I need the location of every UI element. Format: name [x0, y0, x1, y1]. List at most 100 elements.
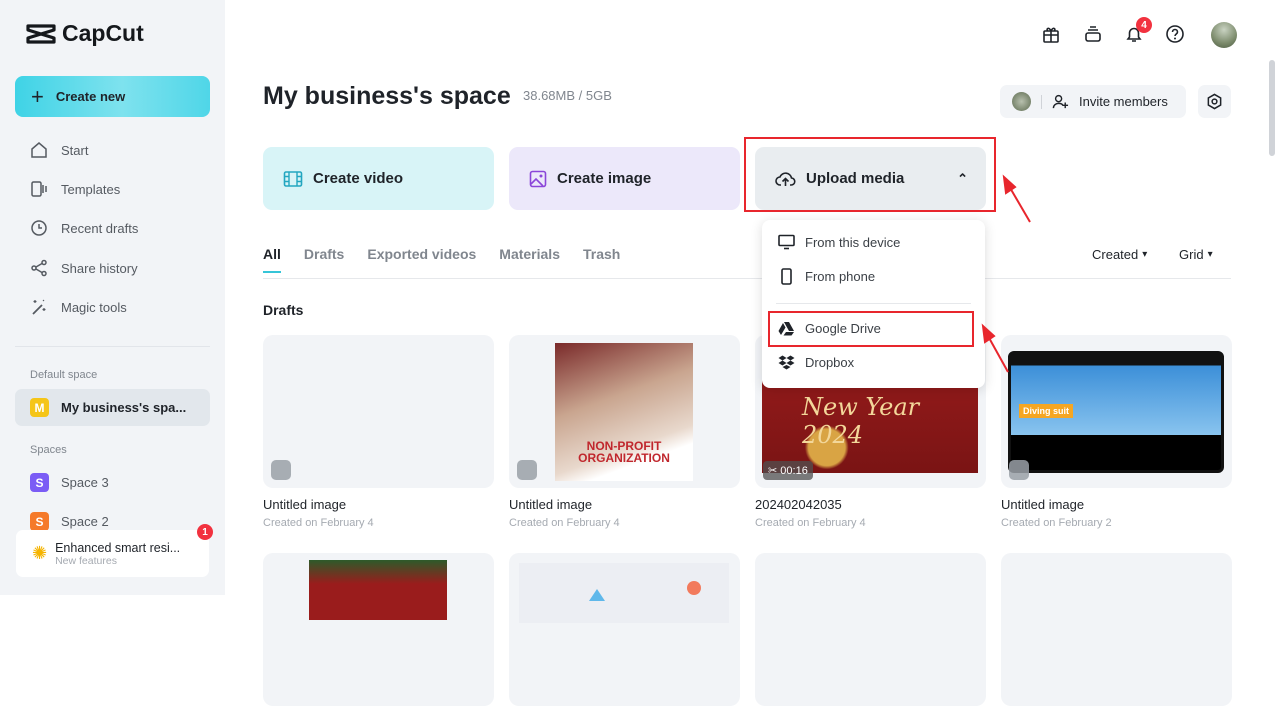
image-type-icon	[517, 460, 537, 480]
space-name: Space 3	[61, 475, 109, 490]
gift-icon[interactable]	[1039, 22, 1063, 46]
image-type-icon	[271, 460, 291, 480]
sort-dropdown[interactable]: Created ▾	[1092, 247, 1147, 262]
bell-icon[interactable]: 4	[1122, 17, 1152, 46]
brand-name: CapCut	[62, 20, 144, 46]
content-tabs: All Drafts Exported videos Materials Tra…	[263, 246, 643, 273]
draft-thumbnail[interactable]: NON-PROFIT ORGANIZATION	[509, 335, 740, 488]
thumbnail-image: NON-PROFIT ORGANIZATION	[555, 343, 693, 481]
section-heading: Drafts	[263, 302, 304, 318]
thumbnail-text: NON-PROFIT ORGANIZATION	[578, 438, 670, 466]
subscription-icon[interactable]	[1081, 22, 1105, 46]
capcut-logo[interactable]: CapCut	[26, 20, 144, 47]
user-avatar[interactable]	[1211, 22, 1237, 48]
draft-thumbnail[interactable]	[755, 553, 986, 706]
image-icon	[529, 170, 547, 187]
chevron-down-icon: ▾	[1207, 249, 1213, 260]
draft-title[interactable]: Untitled image	[1001, 497, 1084, 512]
draft-title[interactable]: Untitled image	[509, 497, 592, 512]
space-name: Space 2	[61, 514, 109, 529]
menu-item-dropbox[interactable]: Dropbox	[778, 355, 854, 370]
draft-thumbnail[interactable]: Diving suit	[1001, 335, 1232, 488]
sidebar-item-start[interactable]: Start	[30, 141, 88, 159]
sidebar-item-label: Recent drafts	[61, 220, 139, 236]
tab-drafts[interactable]: Drafts	[304, 246, 344, 273]
chevron-down-icon: ▾	[1142, 249, 1148, 260]
tab-materials[interactable]: Materials	[499, 246, 560, 273]
settings-button[interactable]	[1198, 85, 1231, 118]
tab-all[interactable]: All	[263, 246, 281, 273]
monitor-icon	[778, 234, 795, 250]
space-avatar: S	[30, 512, 49, 531]
highlight-box	[768, 311, 974, 347]
draft-thumbnail[interactable]	[263, 553, 494, 706]
highlight-box	[744, 137, 996, 212]
storage-usage: 38.68MB / 5GB	[523, 88, 612, 103]
sidebar-item-share-history[interactable]: Share history	[30, 259, 138, 277]
space-avatar: S	[30, 473, 49, 492]
menu-item-from-this-device[interactable]: From this device	[778, 234, 900, 250]
upload-media-menu: From this device From phone Google Drive…	[762, 220, 985, 388]
space-avatar: M	[30, 398, 49, 417]
invite-label: Invite members	[1079, 94, 1168, 109]
tab-trash[interactable]: Trash	[583, 246, 620, 273]
tab-exported-videos[interactable]: Exported videos	[367, 246, 476, 273]
capcut-logo-icon	[26, 23, 56, 44]
phone-icon	[781, 268, 792, 285]
draft-thumbnail[interactable]	[1001, 553, 1232, 706]
divider	[15, 346, 210, 347]
draft-thumbnail[interactable]	[263, 335, 494, 488]
sidebar-item-label: Templates	[61, 181, 121, 197]
arrow-line	[1008, 185, 1031, 223]
thumbnail-text: Diving suit	[1019, 404, 1074, 418]
thumbnail-image	[519, 563, 729, 623]
draft-title[interactable]: 202402042035	[755, 497, 842, 512]
scrollbar[interactable]	[1269, 60, 1275, 156]
notification-badge: 4	[1136, 17, 1152, 33]
space-my-business[interactable]: M My business's spa...	[15, 389, 210, 426]
create-new-button[interactable]: + Create new	[15, 76, 210, 117]
view-dropdown[interactable]: Grid ▾	[1179, 247, 1213, 262]
space-3[interactable]: S Space 3	[15, 464, 210, 501]
draft-title[interactable]: Untitled image	[263, 497, 346, 512]
member-avatar	[1012, 92, 1031, 111]
card-label: Create image	[557, 170, 652, 187]
sidebar: CapCut + Create new Start Templates Rece…	[0, 0, 225, 595]
default-space-heading: Default space	[30, 369, 98, 381]
thumbnail-image: Diving suit	[1008, 351, 1224, 473]
divider	[1041, 94, 1042, 109]
spaces-heading: Spaces	[30, 444, 67, 456]
lightbulb-icon: ✺	[32, 543, 48, 563]
menu-item-label: From this device	[805, 234, 901, 250]
home-icon	[31, 142, 47, 158]
help-icon[interactable]	[1163, 22, 1187, 46]
menu-item-from-phone[interactable]: From phone	[778, 268, 875, 285]
invite-members-button[interactable]: Invite members	[1000, 85, 1186, 118]
space-name: My business's spa...	[61, 400, 187, 415]
gear-icon	[1207, 93, 1222, 110]
duration-badge: ✂ 00:16	[763, 461, 813, 480]
dropbox-icon	[778, 355, 795, 370]
draft-date: Created on February 4	[755, 517, 866, 529]
image-type-icon	[1009, 460, 1029, 480]
tabs-divider	[263, 278, 1231, 279]
sidebar-item-recent-drafts[interactable]: Recent drafts	[30, 219, 138, 237]
sidebar-item-label: Start	[61, 142, 89, 158]
create-image-card[interactable]: Create image	[509, 147, 740, 210]
draft-date: Created on February 4	[263, 517, 374, 529]
new-features-promo[interactable]: ✺ Enhanced smart resi... New features 1	[16, 524, 213, 577]
draft-date: Created on February 4	[509, 517, 620, 529]
sidebar-item-magic-tools[interactable]: Magic tools	[30, 298, 127, 316]
menu-divider	[776, 303, 971, 304]
sidebar-item-templates[interactable]: Templates	[30, 180, 120, 198]
draft-thumbnail[interactable]	[509, 553, 740, 706]
duration: 00:16	[780, 465, 808, 477]
arrow-head	[1002, 174, 1017, 195]
menu-item-label: From phone	[805, 269, 876, 284]
plus-icon: +	[31, 83, 44, 109]
card-label: Create video	[313, 170, 404, 187]
page-title: My business's space	[263, 82, 511, 110]
add-user-icon	[1052, 94, 1069, 109]
create-video-card[interactable]: Create video	[263, 147, 494, 210]
share-icon	[31, 259, 47, 277]
